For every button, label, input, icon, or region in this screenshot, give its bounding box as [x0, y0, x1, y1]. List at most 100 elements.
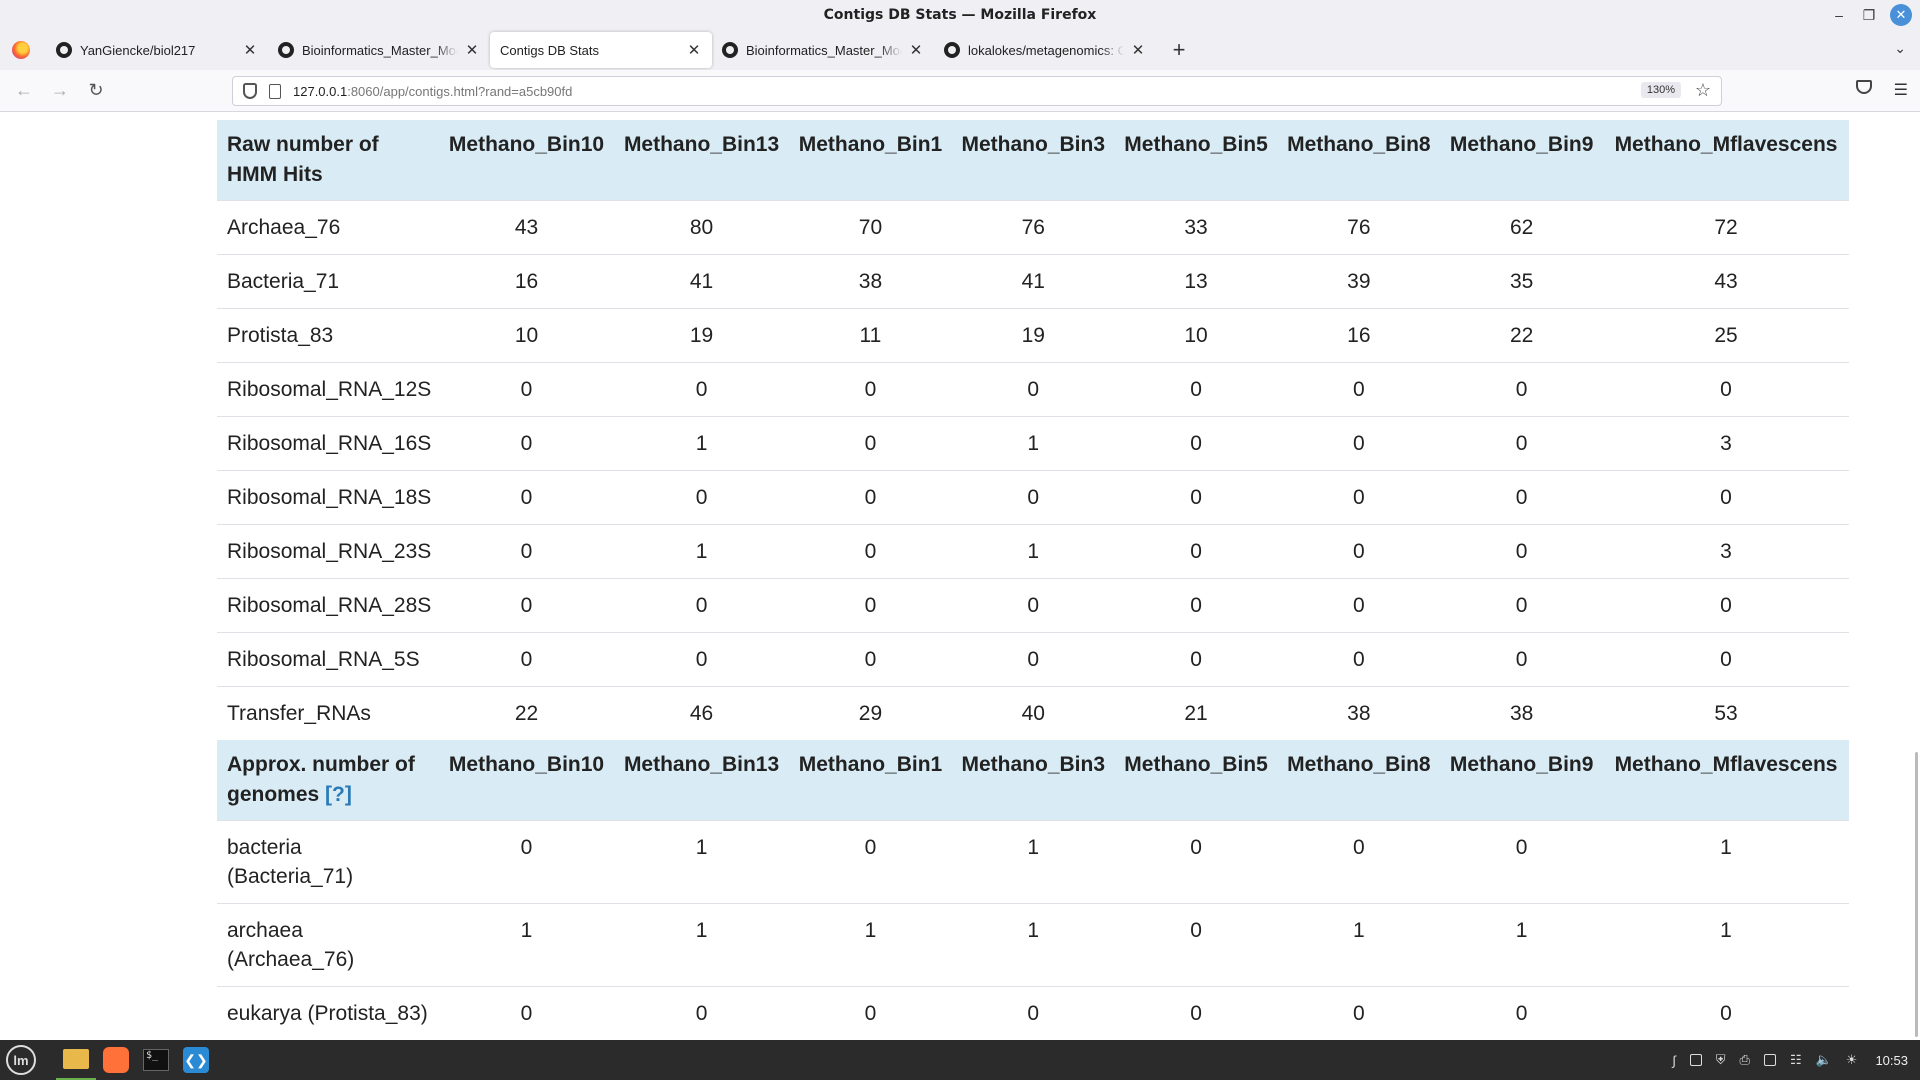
table-cell: 0 — [439, 986, 615, 1040]
table-cell: 0 — [1603, 578, 1849, 633]
table-cell: 3 — [1603, 524, 1849, 579]
tab-4[interactable]: lokalokes/metagenomics: C ✕ — [934, 32, 1156, 68]
genome-header-row: Approx. number of genomes [?] Methano_Bi… — [217, 740, 1849, 821]
maximize-icon[interactable]: ❐ — [1854, 4, 1884, 26]
tab-close-icon[interactable]: ✕ — [686, 41, 702, 59]
table-cell: 1 — [1603, 903, 1849, 987]
table-cell: 0 — [1277, 578, 1441, 633]
security-shield-icon[interactable]: ⛨ — [1716, 1052, 1726, 1068]
table-row: archaea (Archaea_76) 1 1 1 1 0 1 1 1 — [217, 903, 1849, 987]
minimize-icon[interactable]: – — [1824, 4, 1854, 26]
row-label: bacteria (Bacteria_71) — [217, 820, 439, 904]
terminal-app-icon[interactable]: $_ — [136, 1040, 176, 1080]
table-cell: 0 — [789, 524, 952, 579]
tab-label: Bioinformatics_Master_Mod — [302, 42, 458, 58]
table-cell: 0 — [1114, 416, 1278, 471]
tab-close-icon[interactable]: ✕ — [242, 41, 258, 59]
table-cell: 0 — [1277, 524, 1441, 579]
close-icon[interactable]: ✕ — [1890, 4, 1912, 26]
reload-icon[interactable]: ↻ — [78, 80, 114, 101]
table-row: Ribosomal_RNA_16S 0 1 0 1 0 0 0 3 — [217, 416, 1849, 471]
url-path: :8060/app/contigs.html?rand=a5cb90fd — [347, 83, 573, 99]
network-icon[interactable]: ☷ — [1790, 1052, 1802, 1068]
new-tab-button[interactable]: + — [1164, 37, 1194, 63]
table-cell: 1 — [951, 524, 1115, 579]
table-cell: 0 — [614, 470, 790, 525]
tab-list-chevron-icon[interactable]: ⌄ — [1894, 40, 1906, 57]
column-header: Methano_Bin8 — [1277, 120, 1441, 201]
stats-table: Raw number of HMM Hits Methano_Bin10 Meth… — [217, 120, 1849, 1040]
table-cell: 0 — [951, 986, 1115, 1040]
table-cell: 1 — [1277, 903, 1441, 987]
volume-icon[interactable]: 🔈 — [1816, 1052, 1832, 1068]
column-header: Methano_Bin3 — [951, 120, 1115, 201]
vscode-app-icon[interactable]: ❮❯ — [176, 1040, 216, 1080]
table-cell: 1 — [614, 820, 790, 904]
table-cell: 1 — [789, 903, 952, 987]
column-header: Methano_Bin13 — [614, 740, 790, 821]
tab-0[interactable]: YanGiencke/biol217 ✕ — [46, 32, 268, 68]
table-cell: 0 — [1277, 362, 1441, 417]
table-cell: 0 — [1440, 986, 1604, 1040]
row-label: Ribosomal_RNA_12S — [217, 362, 439, 417]
github-icon — [56, 42, 72, 58]
table-cell: 13 — [1114, 254, 1278, 309]
table-cell: 16 — [1277, 308, 1441, 363]
tab-label: lokalokes/metagenomics: C — [968, 42, 1124, 58]
hamburger-menu-icon[interactable]: ☰ — [1894, 80, 1908, 100]
clipboard-icon[interactable] — [1689, 1054, 1702, 1066]
table-cell: 0 — [1440, 470, 1604, 525]
table-cell: 0 — [1114, 632, 1278, 687]
start-menu-icon[interactable]: lm — [6, 1045, 36, 1075]
table-cell: 0 — [789, 362, 952, 417]
table-cell: 0 — [1603, 632, 1849, 687]
bookmark-star-icon[interactable]: ☆ — [1695, 80, 1711, 101]
row-label: Transfer_RNAs — [217, 686, 439, 740]
table-cell: 0 — [614, 578, 790, 633]
firefox-app-icon[interactable] — [96, 1040, 136, 1080]
table-row: Ribosomal_RNA_5S 0 0 0 0 0 0 0 0 — [217, 632, 1849, 687]
bluetooth-icon[interactable]: ∫ — [1672, 1053, 1676, 1068]
notifications-icon[interactable]: ☀ — [1846, 1052, 1858, 1068]
column-header: Methano_Bin1 — [789, 120, 952, 201]
back-arrow-icon[interactable]: ← — [6, 80, 42, 101]
table-cell: 62 — [1440, 200, 1604, 255]
pocket-icon[interactable] — [1855, 80, 1872, 94]
printer-icon[interactable]: ⎙ — [1740, 1052, 1750, 1068]
title-bar: Contigs DB Stats — Mozilla Firefox – ❐ ✕ — [0, 0, 1920, 30]
help-link[interactable]: [?] — [325, 783, 352, 806]
zoom-level[interactable]: 130% — [1640, 82, 1681, 98]
github-icon — [722, 42, 738, 58]
tab-close-icon[interactable]: ✕ — [464, 41, 480, 59]
table-cell: 0 — [1603, 470, 1849, 525]
table-row: eukarya (Protista_83) 0 0 0 0 0 0 0 0 — [217, 986, 1849, 1040]
table-cell: 0 — [614, 632, 790, 687]
url-host: 127.0.0.1 — [293, 83, 348, 99]
table-cell: 0 — [1277, 986, 1441, 1040]
table-cell: 0 — [1114, 578, 1278, 633]
battery-icon[interactable] — [1763, 1054, 1776, 1066]
scrollbar[interactable] — [1915, 752, 1918, 1037]
row-label: Ribosomal_RNA_5S — [217, 632, 439, 687]
table-cell: 39 — [1277, 254, 1441, 309]
shield-icon[interactable] — [243, 83, 257, 99]
page-icon[interactable] — [269, 83, 281, 99]
tab-1[interactable]: Bioinformatics_Master_Mod ✕ — [268, 32, 490, 68]
tab-close-icon[interactable]: ✕ — [908, 41, 924, 59]
column-header: Methano_Bin8 — [1277, 740, 1441, 821]
row-label: Archaea_76 — [217, 200, 439, 255]
table-cell: 1 — [614, 524, 790, 579]
tab-2[interactable]: Contigs DB Stats ✕ — [490, 32, 712, 68]
tab-3[interactable]: Bioinformatics_Master_Mod ✕ — [712, 32, 934, 68]
table-cell: 19 — [951, 308, 1115, 363]
files-app-icon[interactable] — [56, 1040, 96, 1080]
url-bar[interactable]: 127.0.0.1:8060/app/contigs.html?rand=a5c… — [232, 76, 1722, 106]
tab-close-icon[interactable]: ✕ — [1130, 41, 1146, 59]
clock[interactable]: 10:53 — [1875, 1053, 1908, 1068]
table-cell: 70 — [789, 200, 952, 255]
forward-arrow-icon[interactable]: → — [42, 80, 78, 101]
table-cell: 21 — [1114, 686, 1278, 740]
table-cell: 38 — [1440, 686, 1604, 740]
table-cell: 1 — [1603, 820, 1849, 904]
table-cell: 22 — [439, 686, 615, 740]
